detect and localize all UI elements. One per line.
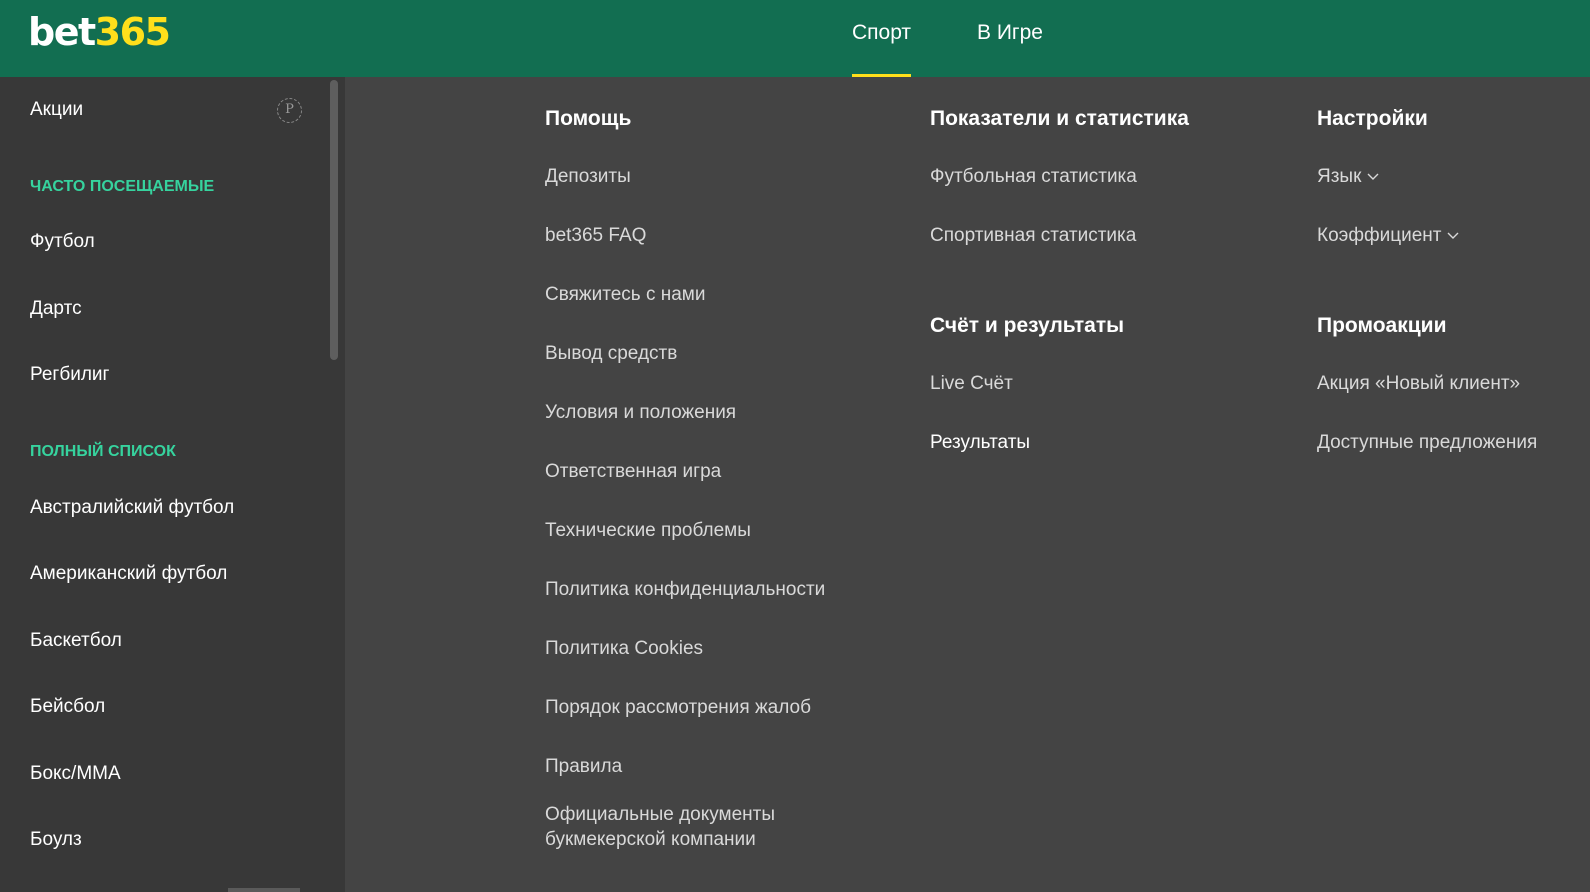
promo-p-icon: P xyxy=(277,98,302,123)
promotions-section-title: Промоакции xyxy=(1317,314,1447,337)
logo-text-bet: bet xyxy=(28,10,96,54)
help-link-terms[interactable]: Условия и положения xyxy=(545,402,736,424)
full-list-section-header: ПОЛНЫЙ СПИСОК xyxy=(30,443,176,460)
sidebar-item-american-football[interactable]: Американский футбол xyxy=(30,563,227,585)
bet365-logo[interactable]: bet365 xyxy=(28,10,171,54)
sidebar-item-bowls[interactable]: Боулз xyxy=(30,829,82,851)
help-link-contact[interactable]: Свяжитесь с нами xyxy=(545,284,705,306)
chevron-down-icon xyxy=(1447,232,1459,239)
logo-text-365: 365 xyxy=(94,10,171,54)
sidebar-item-rugby-league[interactable]: Регбилиг xyxy=(30,364,109,386)
sidebar-item-australian-football[interactable]: Австралийский футбол xyxy=(30,497,234,519)
frequent-section-header: ЧАСТО ПОСЕЩАЕМЫЕ xyxy=(30,178,215,195)
help-link-deposits[interactable]: Депозиты xyxy=(545,166,631,188)
sidebar-scroll-thumb[interactable] xyxy=(330,80,338,360)
sidebar-list: Акции P ЧАСТО ПОСЕЩАЕМЫЕ Футбол Дартс Ре… xyxy=(0,77,323,892)
help-link-technical-issues[interactable]: Технические проблемы xyxy=(545,520,751,542)
sidebar: Акции P ЧАСТО ПОСЕЩАЕМЫЕ Футбол Дартс Ре… xyxy=(0,77,345,892)
help-link-privacy-policy[interactable]: Политика конфиденциальности xyxy=(545,579,825,601)
settings-odds-dropdown[interactable]: Коэффициент xyxy=(1317,225,1459,247)
sidebar-item-football[interactable]: Футбол xyxy=(30,231,95,253)
sidebar-item-promotions[interactable]: Акции xyxy=(30,99,83,121)
help-link-complaints[interactable]: Порядок рассмотрения жалоб xyxy=(545,697,811,719)
sidebar-item-basketball[interactable]: Баскетбол xyxy=(30,630,122,652)
help-section-title: Помощь xyxy=(545,107,632,130)
help-link-official-documents[interactable]: Официальные документы букмекерской компа… xyxy=(545,802,865,852)
settings-language-dropdown[interactable]: Язык xyxy=(1317,166,1379,188)
tab-sport[interactable]: Спорт xyxy=(852,0,912,77)
sidebar-item-baseball[interactable]: Бейсбол xyxy=(30,696,105,718)
sidebar-item-darts[interactable]: Дартс xyxy=(30,298,82,320)
menu-panel: Помощь Депозиты bet365 FAQ Свяжитесь с н… xyxy=(345,77,1590,892)
chevron-down-icon xyxy=(1367,173,1379,180)
help-link-responsible-gambling[interactable]: Ответственная игра xyxy=(545,461,721,483)
top-header: bet365 Спорт В Игре xyxy=(0,0,1590,77)
promo-link-new-customer[interactable]: Акция «Новый клиент» xyxy=(1317,373,1520,395)
help-link-faq[interactable]: bet365 FAQ xyxy=(545,225,646,247)
stats-section-title: Показатели и статистика xyxy=(930,107,1189,130)
scores-link-live-score[interactable]: Live Счёт xyxy=(930,373,1013,395)
help-link-cookies-policy[interactable]: Политика Cookies xyxy=(545,638,703,660)
settings-odds-label: Коэффициент xyxy=(1317,225,1442,246)
tab-in-play[interactable]: В Игре xyxy=(977,0,1043,77)
stats-link-sports[interactable]: Спортивная статистика xyxy=(930,225,1136,247)
stats-link-football[interactable]: Футбольная статистика xyxy=(930,166,1137,188)
settings-section-title: Настройки xyxy=(1317,107,1428,130)
scores-section-title: Счёт и результаты xyxy=(930,314,1125,337)
help-link-withdrawals[interactable]: Вывод средств xyxy=(545,343,677,365)
sidebar-item-boxing-mma[interactable]: Бокс/ММА xyxy=(30,763,121,785)
help-link-rules[interactable]: Правила xyxy=(545,756,622,778)
promo-link-available-offers[interactable]: Доступные предложения xyxy=(1317,432,1537,454)
scores-link-results[interactable]: Результаты xyxy=(930,432,1030,454)
sidebar-scrollbar[interactable] xyxy=(323,77,345,892)
sidebar-horizontal-scrollbar[interactable] xyxy=(228,888,300,892)
settings-language-label: Язык xyxy=(1317,166,1362,187)
